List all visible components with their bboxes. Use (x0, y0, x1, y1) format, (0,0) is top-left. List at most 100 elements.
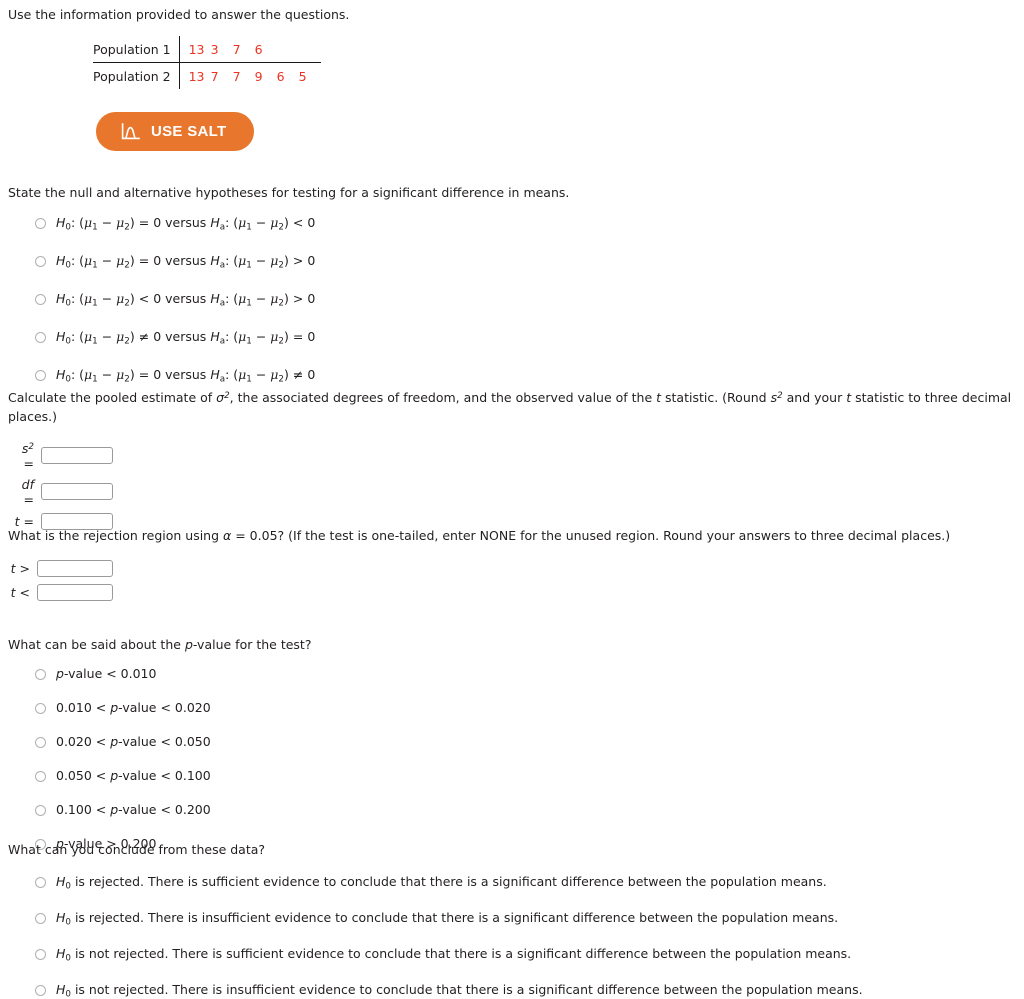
pooled-prompt-part1: Calculate the pooled estimate of (8, 390, 217, 405)
mu1-sub: 1 (246, 336, 252, 347)
p-symbol: p (110, 801, 119, 817)
radio-button[interactable] (35, 985, 46, 996)
null-rhs: 0 (153, 215, 162, 231)
versus-word: versus (165, 215, 207, 231)
conclusion-option-3[interactable]: H0 is not rejected. There is sufficient … (8, 946, 863, 963)
mu1-sub: 1 (246, 374, 252, 385)
radio-button[interactable] (35, 369, 46, 381)
hypothesis-option-4[interactable]: H0: (μ1 − μ2) ≠ 0 versus Ha: (μ1 − μ2) =… (8, 329, 569, 346)
df-field-row: df = (8, 477, 1016, 507)
t-symbol: t (10, 585, 16, 601)
s-squared-field-row: s2 = (8, 441, 1016, 471)
radio-button[interactable] (35, 218, 46, 230)
p-symbol: p (110, 734, 119, 750)
pvalue-option-3[interactable]: 0.020 < p-value < 0.050 (8, 734, 311, 751)
conclusion-option-2[interactable]: H0 is rejected. There is insufficient ev… (8, 910, 863, 927)
hypothesis-option-label: H0: (μ1 − μ2) = 0 versus Ha: (μ1 − μ2) <… (56, 215, 316, 233)
mu2-sub: 2 (124, 298, 130, 309)
null-rhs: 0 (153, 253, 162, 269)
h-alt-sub: a (219, 222, 226, 233)
equals-sign: = (23, 491, 34, 507)
h-null-symbol: H (56, 253, 66, 269)
pvalue-option-5[interactable]: 0.100 < p-value < 0.200 (8, 802, 311, 819)
s-squared-input[interactable] (41, 447, 113, 465)
h-alt-symbol: H (210, 366, 220, 382)
mu2-sub: 2 (278, 222, 284, 233)
h-null-sub: 0 (65, 260, 71, 271)
pooled-prompt: Calculate the pooled estimate of σ2, the… (8, 388, 1016, 427)
use-salt-button[interactable]: USE SALT (96, 112, 254, 151)
h-null-sub: 0 (65, 336, 71, 347)
p-symbol: p (184, 637, 193, 652)
mu1-sub: 1 (92, 336, 98, 347)
pvalue-option-label: p-value < 0.010 (56, 666, 156, 683)
radio-button[interactable] (35, 949, 46, 961)
hypothesis-option-5[interactable]: H0: (μ1 − μ2) = 0 versus Ha: (μ1 − μ2) ≠… (8, 367, 569, 384)
conclusion-text: is not rejected. There is sufficient evi… (70, 946, 852, 962)
null-relation: = (138, 253, 150, 269)
mu1-sub: 1 (246, 260, 252, 271)
radio-button[interactable] (35, 703, 46, 715)
question-conclusion: What can you conclude from these data? H… (8, 840, 863, 999)
pvalue-option-2[interactable]: 0.010 < p-value < 0.020 (8, 700, 311, 717)
p-symbol: p (110, 700, 119, 716)
option-post: -value < 0.020 (118, 700, 211, 716)
population-2-values: 13 7 7 9 6 5 (178, 62, 321, 89)
radio-button[interactable] (35, 913, 46, 925)
radio-button[interactable] (35, 877, 46, 889)
radio-button[interactable] (35, 804, 46, 816)
t-greater-than-input[interactable] (37, 560, 113, 578)
h-null-symbol: H (56, 291, 66, 307)
population-data-table: Population 1 13 3 7 6 Population 2 13 7 7 9 6 5 (93, 36, 321, 89)
mu2-sub: 2 (278, 260, 284, 271)
pooled-prompt-part3: statistic. (Round (661, 390, 771, 405)
h-null-sub: 0 (65, 298, 71, 309)
cell-value: 7 (210, 68, 219, 84)
pvalue-option-4[interactable]: 0.050 < p-value < 0.100 (8, 768, 311, 785)
question-pooled-estimate: Calculate the pooled estimate of σ 2 , the… (8, 388, 1016, 530)
hypothesis-option-1[interactable]: H0: (μ1 − μ2) = 0 versus Ha: (μ1 − μ2) <… (8, 215, 569, 232)
radio-button[interactable] (35, 669, 46, 681)
h-null-symbol: H (56, 910, 66, 926)
hypothesis-option-2[interactable]: H0: (μ1 − μ2) = 0 versus Ha: (μ1 − μ2) >… (8, 253, 569, 270)
radio-button[interactable] (35, 256, 46, 268)
relation-sign: < (19, 585, 30, 601)
population-1-label: Population 1 (93, 36, 180, 63)
cell-value: 7 (232, 68, 241, 84)
conclusion-text: is rejected. There is insufficient evide… (70, 910, 839, 926)
h-null-symbol: H (56, 215, 66, 231)
radio-button[interactable] (35, 771, 46, 782)
radio-button[interactable] (35, 737, 46, 749)
conclusion-prompt: What can you conclude from these data? (8, 842, 266, 857)
radio-button[interactable] (35, 332, 46, 343)
hypothesis-option-label: H0: (μ1 − μ2) = 0 versus Ha: (μ1 − μ2) ≠… (56, 366, 316, 385)
pvalue-option-label: 0.050 < p-value < 0.100 (56, 768, 211, 785)
cell-value: 6 (276, 68, 285, 84)
p-symbol: p (56, 666, 64, 682)
versus-word: versus (165, 329, 207, 344)
alt-rhs: 0 (307, 215, 316, 231)
pvalue-option-1[interactable]: p-value < 0.010 (8, 666, 311, 683)
df-input[interactable] (41, 483, 113, 501)
conclusion-text: is rejected. There is sufficient evidenc… (70, 874, 827, 890)
conclusion-option-4[interactable]: H0 is not rejected. There is insufficien… (8, 982, 863, 999)
null-relation: < (138, 291, 150, 307)
rejection-prompt-part1: What is the rejection region using (8, 528, 224, 543)
alt-relation: > (292, 253, 304, 269)
pvalue-prompt-post: -value for the test? (192, 637, 312, 652)
mu2-sub: 2 (124, 374, 130, 385)
hypothesis-option-3[interactable]: H0: (μ1 − μ2) < 0 versus Ha: (μ1 − μ2) >… (8, 291, 569, 308)
conclusion-option-label: H0 is rejected. There is insufficient ev… (56, 910, 838, 927)
conclusion-option-label: H0 is not rejected. There is insufficien… (56, 982, 863, 999)
radio-button[interactable] (35, 294, 46, 306)
alt-relation: ≠ (292, 366, 304, 382)
conclusion-option-1[interactable]: H0 is rejected. There is sufficient evid… (8, 874, 863, 891)
pvalue-option-label: 0.020 < p-value < 0.050 (56, 734, 211, 751)
pvalue-option-label: 0.010 < p-value < 0.020 (56, 700, 211, 717)
conclusion-text: is not rejected. There is insufficient e… (70, 982, 863, 997)
pooled-prompt-part4: and your (782, 390, 847, 405)
df-symbol: df (21, 476, 34, 492)
h-null-symbol: H (56, 946, 66, 962)
mu1-sub: 1 (92, 222, 98, 233)
t-less-than-input[interactable] (37, 584, 113, 602)
